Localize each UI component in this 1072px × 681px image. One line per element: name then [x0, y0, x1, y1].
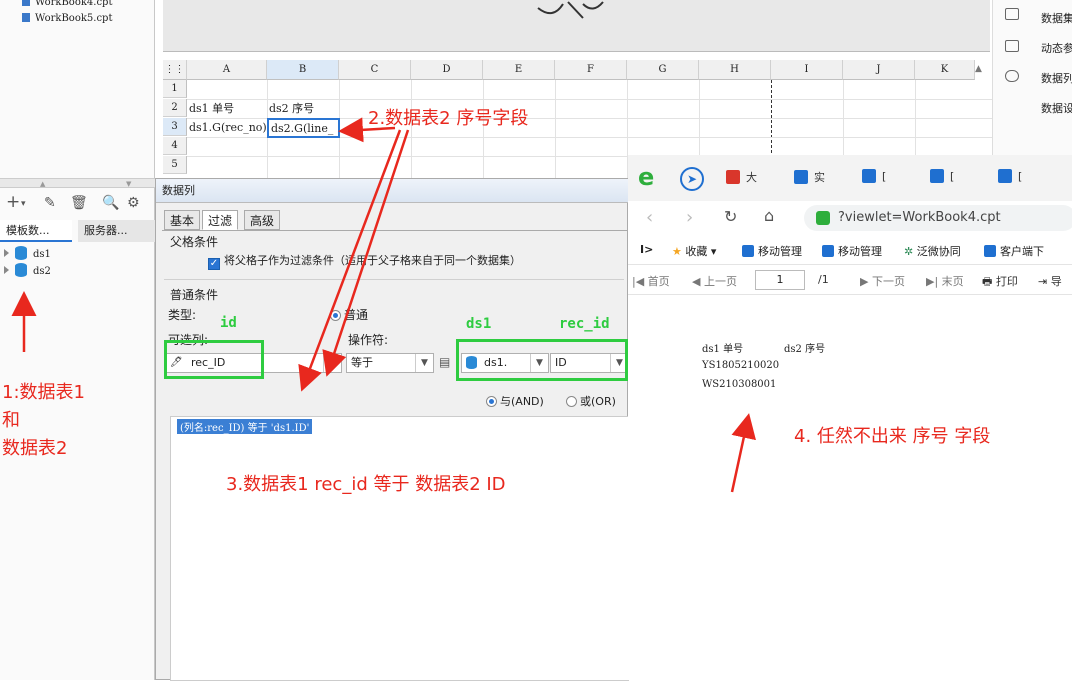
arrow-to-dataset-box	[322, 129, 410, 377]
annotation-3: 3.数据表1 rec_id 等于 数据表2 ID	[226, 474, 506, 495]
annotation-1-line3: 数据表2	[2, 438, 68, 459]
annotation-4: 4. 任然不出来 序号 字段	[794, 426, 991, 447]
annotation-1-line1: 1:数据表1	[2, 382, 85, 403]
arrow-to-condition	[298, 129, 402, 392]
annotation-arrows	[11, 117, 756, 493]
arrow-to-report	[730, 413, 756, 493]
annotation-2: 2.数据表2 序号字段	[368, 108, 529, 129]
annotation-1-line2: 和	[2, 410, 20, 431]
